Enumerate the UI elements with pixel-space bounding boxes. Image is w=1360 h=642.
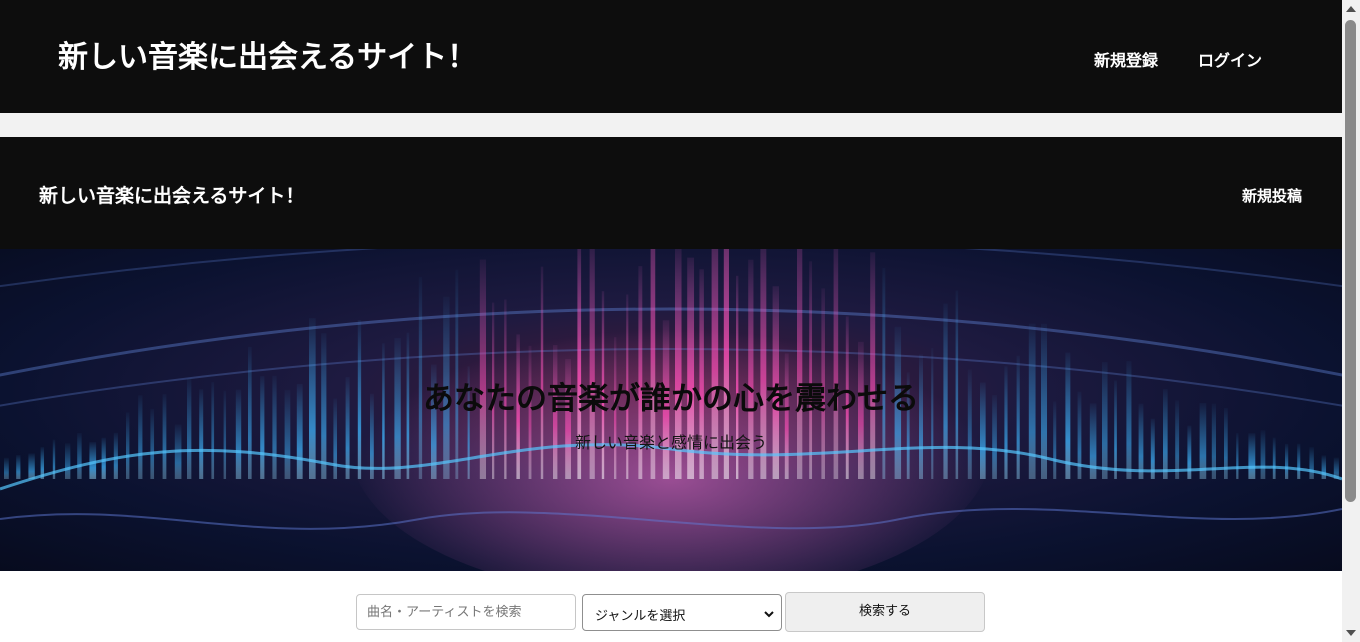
genre-select[interactable]: ジャンルを選択 (582, 594, 782, 631)
sub-site-title[interactable]: 新しい音楽に出会えるサイト！ (39, 181, 304, 208)
spectrum-bar (16, 455, 21, 479)
sub-header: 新しい音楽に出会えるサイト！ 新規投稿 (0, 137, 1342, 249)
divider-band (0, 113, 1342, 137)
spectrum-bar (4, 457, 9, 479)
vertical-scrollbar[interactable] (1342, 0, 1360, 642)
genre-select-value: ジャンルを選択 (595, 609, 686, 624)
page: 新しい音楽に出会えるサイト！ 新規登録 ログイン 新しい音楽に出会えるサイト！ … (0, 0, 1342, 642)
hero-banner: あなたの音楽が誰かの心を震わせる 新しい音楽と感情に出会う (0, 249, 1342, 571)
chevron-down-icon (763, 605, 775, 624)
hero-subtitle: 新しい音楽と感情に出会う (574, 433, 767, 452)
login-link[interactable]: ログイン (1198, 47, 1262, 71)
scroll-down-arrow-icon[interactable] (1346, 630, 1356, 636)
hero-title: あなたの音楽が誰かの心を震わせる (423, 381, 919, 417)
scroll-up-arrow-icon[interactable] (1346, 6, 1356, 12)
new-post-link[interactable]: 新規投稿 (1242, 185, 1302, 206)
search-button[interactable]: 検索する (785, 592, 985, 632)
spectrum-bar (28, 453, 35, 479)
spectrum-bar (1321, 455, 1327, 479)
signup-link[interactable]: 新規登録 (1094, 47, 1158, 71)
top-header: 新しい音楽に出会えるサイト！ 新規登録 ログイン (0, 0, 1342, 113)
site-title[interactable]: 新しい音楽に出会えるサイト！ (58, 38, 477, 78)
search-bar: ジャンルを選択 検索する (0, 571, 1342, 642)
top-nav: 新規登録 ログイン (1094, 47, 1262, 71)
search-input[interactable] (356, 594, 576, 630)
scrollbar-thumb[interactable] (1345, 20, 1356, 502)
